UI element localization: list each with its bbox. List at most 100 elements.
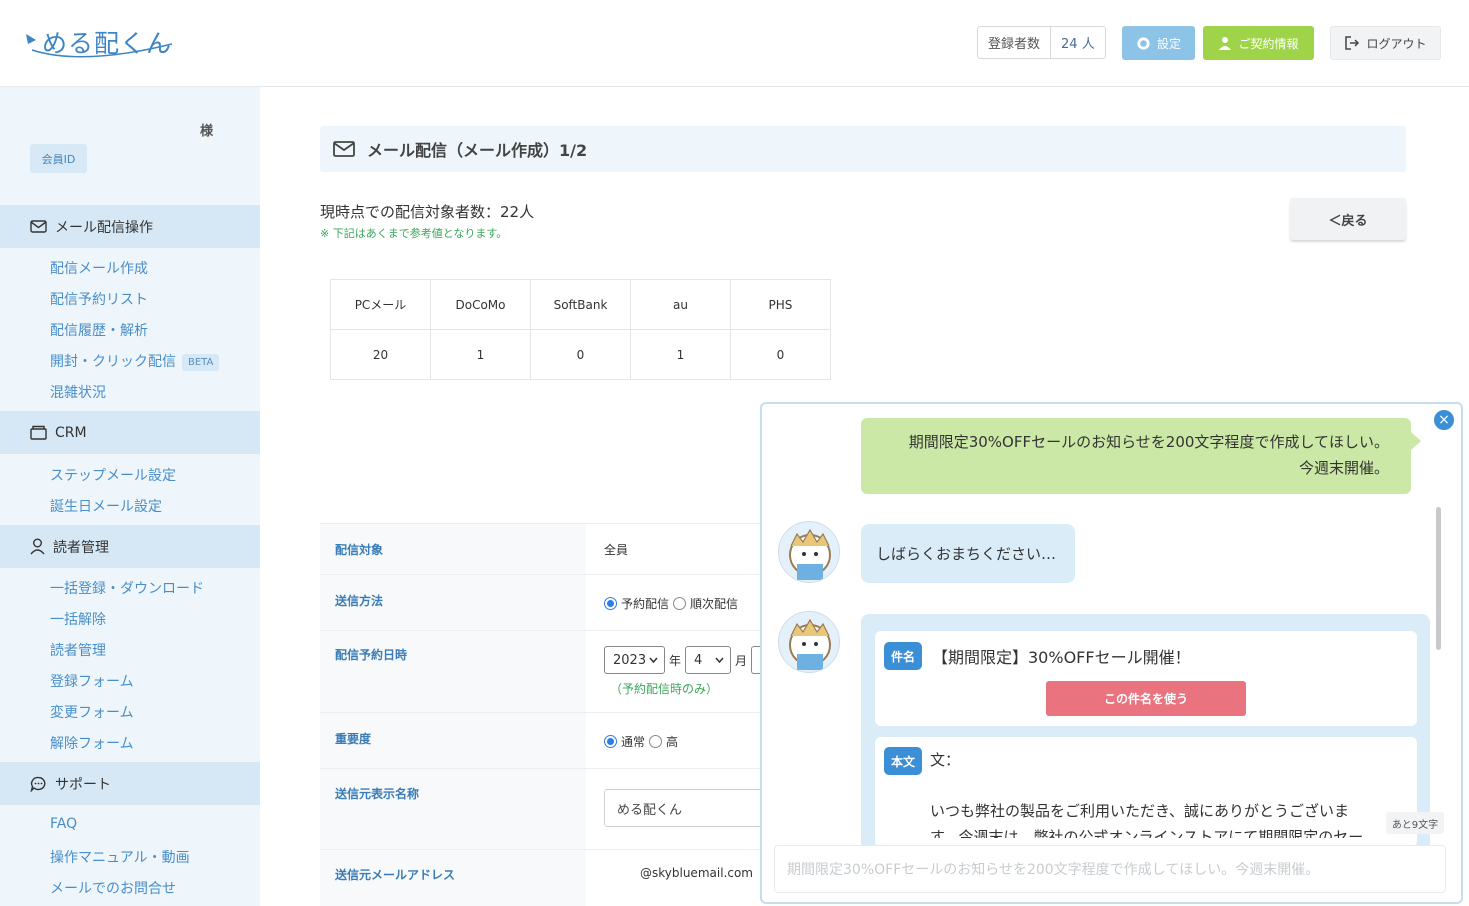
logo-text: める配くん (42, 29, 173, 58)
nav-item-register-form[interactable]: 登録フォーム (50, 671, 134, 691)
crm-icon (30, 425, 47, 440)
form-row-method: 送信方法 予約配信 順次配信 (320, 574, 780, 630)
carrier-header: DoCoMo (430, 279, 531, 330)
beta-badge: BETA (182, 353, 220, 371)
priority-options: 通常 高 (604, 733, 678, 750)
reserved-delivery-radio[interactable] (604, 597, 617, 610)
priority-normal-radio[interactable] (604, 735, 617, 748)
bot-avatar (778, 611, 840, 673)
year-unit: 年 (669, 653, 682, 668)
nav-item-bulk-unsubscribe[interactable]: 一括解除 (50, 609, 106, 629)
nav-item-change-form[interactable]: 変更フォーム (50, 702, 134, 722)
carrier-count: 20 (330, 329, 431, 380)
nav-item-faq[interactable]: FAQ (50, 816, 77, 832)
nav-item-history[interactable]: 配信履歴・解析 (50, 320, 148, 340)
registrants-label: 登録者数 (988, 37, 1041, 52)
nav-section-mail[interactable]: メール配信操作 (0, 205, 260, 248)
page-title: メール配信（メール作成）1/2 (367, 141, 588, 160)
body-tag: 本文 (884, 747, 922, 775)
form-row-schedule: 配信予約日時 2023 年 4 月 （予約配信時のみ） (320, 630, 780, 712)
nav-item-step-mail[interactable]: ステップメール設定 (50, 465, 176, 485)
mascot-icon (789, 618, 831, 670)
priority-high-radio[interactable] (649, 735, 663, 748)
user-icon (30, 538, 45, 555)
sequential-delivery-radio[interactable] (673, 597, 687, 610)
person-icon (1219, 37, 1232, 50)
schedule-note: （予約配信時のみ） (610, 682, 719, 696)
carrier-header: PCメール (330, 279, 431, 330)
table-header-row: PCメール DoCoMo SoftBank au PHS (330, 279, 831, 330)
back-button[interactable]: ＜戻る (1290, 198, 1406, 240)
nav-item-open-click[interactable]: 開封・クリック配信 BETA (50, 351, 220, 371)
body-text-line: す。今週末は、弊社の公式オンラインストアにて期間限定のセー (930, 828, 1364, 838)
nav-item-label: 開封・クリック配信 (50, 354, 176, 370)
chat-bubble-icon (30, 776, 46, 792)
logout-label: ログアウト (1366, 36, 1427, 51)
nav-section-support[interactable]: サポート (0, 762, 260, 805)
priority-label: 重要度 (335, 732, 372, 746)
form-row-sender-email: 送信元メールアドレス @skybluemail.com (320, 849, 780, 906)
chat-prompt-input[interactable]: 期間限定30%OFFセールのお知らせを200文字程度で作成してほしい。今週末開催… (774, 845, 1446, 893)
carrier-header: au (630, 279, 731, 330)
method-label: 送信方法 (335, 594, 384, 608)
year-value: 2023 (613, 652, 647, 668)
mail-icon (333, 141, 355, 157)
nav-item-email-inquiry[interactable]: メールでのお問合せ (50, 878, 176, 898)
reserved-delivery-label: 予約配信 (621, 597, 670, 611)
nav-section-label: 読者管理 (53, 539, 109, 556)
month-select[interactable]: 4 (685, 646, 732, 674)
sequential-delivery-label: 順次配信 (690, 597, 739, 611)
subject-text: 【期間限定】30%OFFセール開催！ (932, 648, 1191, 667)
schedule-label: 配信予約日時 (335, 648, 408, 662)
target-value: 全員 (604, 543, 629, 557)
nav-item-cancel-form[interactable]: 解除フォーム (50, 733, 134, 753)
remaining-chars-badge: あと9文字 (1386, 812, 1444, 834)
carrier-header: SoftBank (530, 279, 631, 330)
carrier-count: 0 (530, 329, 631, 380)
carrier-count: 1 (430, 329, 531, 380)
carrier-count: 0 (730, 329, 831, 380)
nav-item-reservation-list[interactable]: 配信予約リスト (50, 289, 148, 309)
user-message-line: 今週末開催。 (1298, 459, 1389, 477)
reference-note: ※ 下記はあくまで参考値となります。 (320, 227, 508, 240)
carrier-table: PCメール DoCoMo SoftBank au PHS 20 1 0 1 0 (330, 279, 831, 380)
sender-name-wrap: める配くん (604, 789, 764, 827)
target-count: 現時点での配信対象者数：22人 (320, 203, 535, 221)
chat-scrollbar-thumb[interactable] (1436, 507, 1441, 650)
page-title-bar: メール配信（メール作成）1/2 (320, 126, 1406, 172)
contract-info-button[interactable]: ご契約情報 (1203, 26, 1314, 60)
member-id-badge: 会員ID (30, 144, 87, 173)
use-subject-button[interactable]: この件名を使う (1046, 681, 1246, 716)
priority-normal-label: 通常 (621, 735, 646, 749)
nav-section-readers[interactable]: 読者管理 (0, 525, 260, 568)
sender-name-input[interactable]: める配くん (604, 789, 764, 827)
year-select[interactable]: 2023 (604, 646, 665, 674)
form-row-sender-name: 送信元表示名称 める配くん (320, 768, 780, 849)
nav-item-manual[interactable]: 操作マニュアル・動画 (50, 847, 190, 867)
logout-button[interactable]: ログアウト (1330, 26, 1441, 60)
chevron-down-icon (715, 657, 724, 663)
close-icon[interactable]: × (1432, 408, 1456, 432)
gear-icon (1137, 36, 1150, 50)
chevron-down-icon (649, 657, 658, 663)
logout-icon (1345, 36, 1360, 50)
sender-name-label: 送信元表示名称 (335, 787, 420, 801)
contract-info-label: ご契約情報 (1238, 36, 1299, 51)
nav-item-birthday-mail[interactable]: 誕生日メール設定 (50, 496, 162, 516)
settings-label: 設定 (1156, 36, 1181, 51)
user-honorific: 様 (200, 124, 214, 139)
nav-item-congestion[interactable]: 混雑状況 (50, 382, 106, 402)
form-row-priority: 重要度 通常 高 (320, 712, 780, 768)
nav-item-bulk-register[interactable]: 一括登録・ダウンロード (50, 578, 204, 598)
app-logo[interactable]: める配くん (22, 24, 173, 64)
table-row: 20 1 0 1 0 (330, 329, 831, 380)
body-heading: 文： (930, 751, 961, 769)
bot-avatar (778, 521, 840, 583)
form-row-target: 配信対象 全員 (320, 523, 780, 574)
settings-button[interactable]: 設定 (1122, 26, 1195, 60)
month-value: 4 (694, 652, 703, 668)
nav-section-crm[interactable]: CRM (0, 411, 260, 454)
nav-item-reader-management[interactable]: 読者管理 (50, 640, 106, 660)
nav-item-create-mail[interactable]: 配信メール作成 (50, 258, 148, 278)
sender-email-value: @skybluemail.com (640, 866, 753, 880)
